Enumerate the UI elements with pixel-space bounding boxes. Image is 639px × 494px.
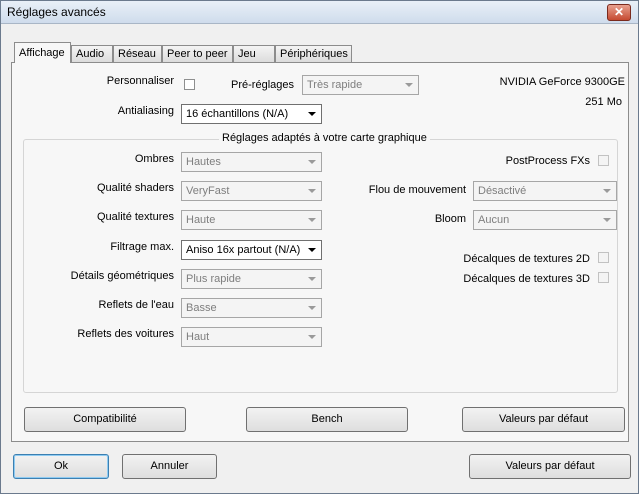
ombres-select[interactable]: Hautes <box>181 152 322 172</box>
ombres-label: Ombres <box>134 153 174 165</box>
reflets-voitures-select[interactable]: Haut <box>181 327 322 347</box>
personnaliser-label: Personnaliser <box>106 75 174 87</box>
ombres-value: Hautes <box>186 156 221 168</box>
qualite-shaders-label: Qualité shaders <box>96 182 174 194</box>
prereglages-select[interactable]: Très rapide <box>302 75 419 95</box>
tab-reseau[interactable]: Réseau <box>113 45 162 62</box>
details-geometriques-value: Plus rapide <box>186 273 242 285</box>
qualite-textures-select[interactable]: Haute <box>181 210 322 230</box>
qualite-shaders-value: VeryFast <box>186 185 230 197</box>
reflets-voitures-label: Reflets des voitures <box>77 328 174 340</box>
filtrage-max-value: Aniso 16x partout (N/A) <box>186 244 301 256</box>
decalques-3d-label: Décalques de textures 3D <box>463 273 590 285</box>
compatibilite-button[interactable]: Compatibilité <box>24 407 186 432</box>
chevron-down-icon <box>308 248 316 252</box>
antialiasing-value: 16 échantillons (N/A) <box>186 108 289 120</box>
cancel-button[interactable]: Annuler <box>122 454 217 479</box>
ok-button[interactable]: Ok <box>13 454 109 479</box>
reflets-eau-value: Basse <box>186 302 217 314</box>
window-title: Réglages avancés <box>7 5 106 19</box>
qualite-shaders-select[interactable]: VeryFast <box>181 181 322 201</box>
postprocess-label: PostProcess FXs <box>505 155 590 167</box>
gpu-name: NVIDIA GeForce 9300GE <box>499 76 625 88</box>
flou-mouvement-select[interactable]: Désactivé <box>473 181 617 201</box>
decalques-3d-checkbox[interactable] <box>598 272 609 283</box>
tab-audio[interactable]: Audio <box>71 45 113 62</box>
reflets-eau-label: Reflets de l'eau <box>98 299 174 311</box>
qualite-textures-label: Qualité textures <box>96 211 174 223</box>
postprocess-checkbox[interactable] <box>598 155 609 166</box>
bloom-select[interactable]: Aucun <box>473 210 617 230</box>
details-geometriques-select[interactable]: Plus rapide <box>181 269 322 289</box>
qualite-textures-value: Haute <box>186 214 216 226</box>
gpu-memory: 251 Mo <box>585 96 622 108</box>
flou-mouvement-value: Désactivé <box>478 185 527 197</box>
decalques-2d-checkbox[interactable] <box>598 252 609 263</box>
chevron-down-icon <box>405 83 413 87</box>
antialiasing-select[interactable]: 16 échantillons (N/A) <box>181 104 322 124</box>
antialiasing-label: Antialiasing <box>117 105 174 117</box>
title-bar[interactable]: Réglages avancés ✕ <box>1 1 638 24</box>
chevron-down-icon <box>308 306 316 310</box>
chevron-down-icon <box>603 218 611 222</box>
close-button[interactable]: ✕ <box>607 4 631 21</box>
decalques-2d-label: Décalques de textures 2D <box>463 253 590 265</box>
bloom-label: Bloom <box>434 213 466 225</box>
dialog-window: Réglages avancés ✕ Affichage Audio Résea… <box>0 0 639 494</box>
tab-affichage[interactable]: Affichage <box>14 42 71 63</box>
chevron-down-icon <box>308 335 316 339</box>
personnaliser-checkbox[interactable] <box>184 79 195 90</box>
prereglages-label: Pré-réglages <box>231 79 294 91</box>
reflets-eau-select[interactable]: Basse <box>181 298 322 318</box>
chevron-down-icon <box>308 277 316 281</box>
chevron-down-icon <box>308 189 316 193</box>
group-title: Réglages adaptés à votre carte graphique <box>219 132 430 144</box>
filtrage-max-label: Filtrage max. <box>110 241 174 253</box>
details-geometriques-label: Détails géométriques <box>70 270 174 282</box>
chevron-down-icon <box>308 160 316 164</box>
panel-defaults-button[interactable]: Valeurs par défaut <box>462 407 625 432</box>
bloom-value: Aucun <box>478 214 510 226</box>
footer-defaults-button[interactable]: Valeurs par défaut <box>469 454 631 479</box>
chevron-down-icon <box>603 189 611 193</box>
tab-peer-to-peer[interactable]: Peer to peer <box>162 45 233 62</box>
chevron-down-icon <box>308 112 316 116</box>
tab-jeu[interactable]: Jeu <box>233 45 275 62</box>
graphics-settings-group <box>23 139 618 393</box>
reflets-voitures-value: Haut <box>186 331 210 343</box>
flou-mouvement-label: Flou de mouvement <box>368 184 466 196</box>
tab-peripheriques[interactable]: Périphériques <box>275 45 352 62</box>
chevron-down-icon <box>308 218 316 222</box>
bench-button[interactable]: Bench <box>246 407 408 432</box>
filtrage-max-select[interactable]: Aniso 16x partout (N/A) <box>181 240 322 260</box>
prereglages-value: Très rapide <box>307 79 363 91</box>
